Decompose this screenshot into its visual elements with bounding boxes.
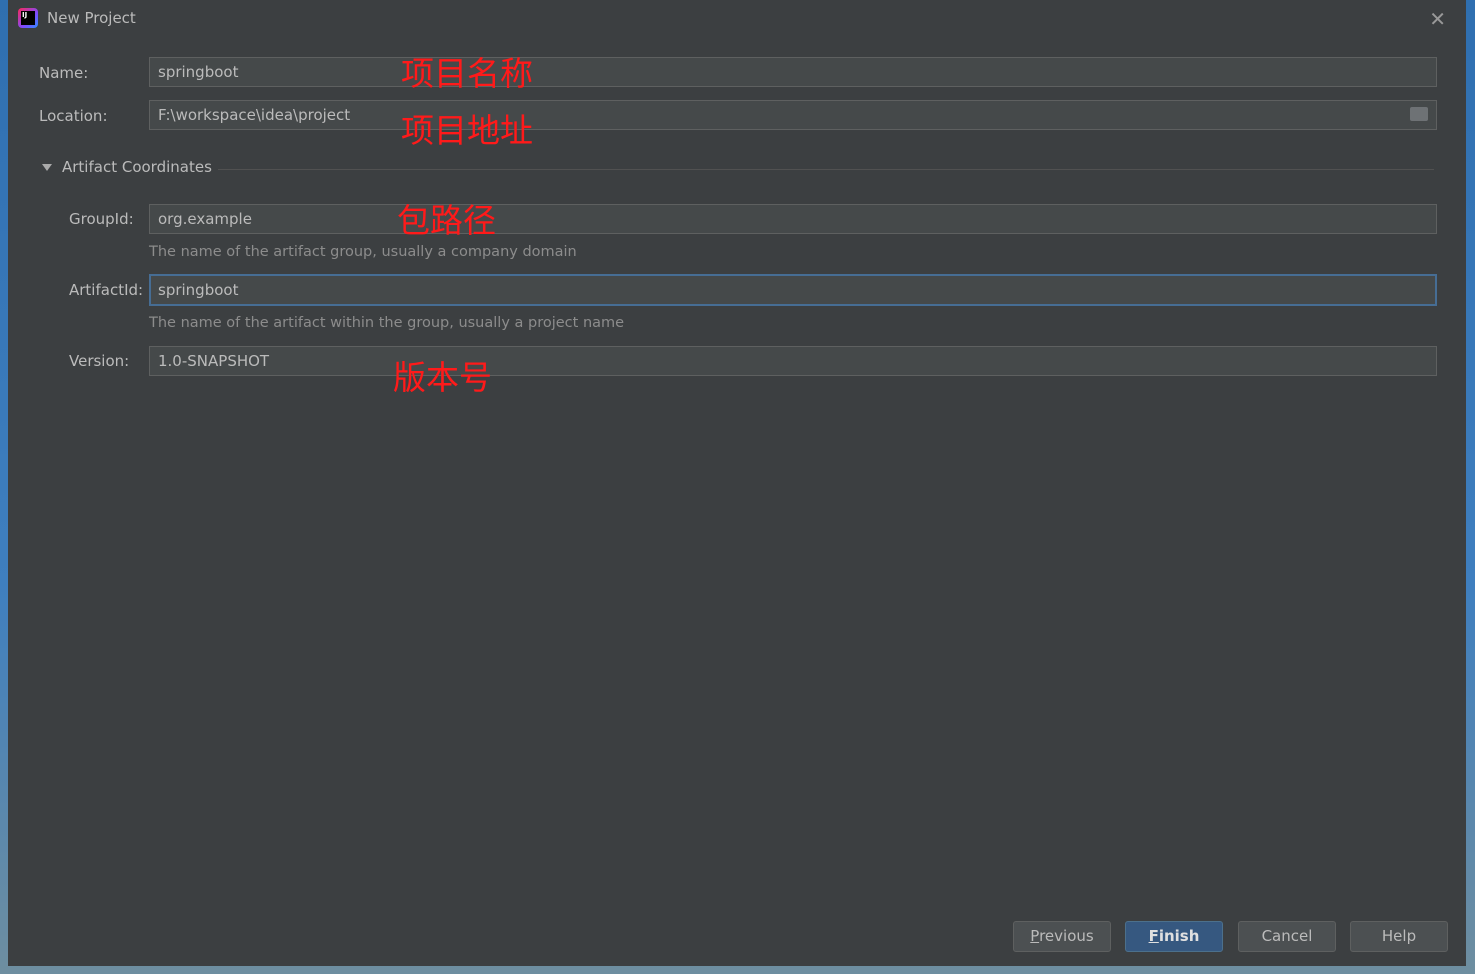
annotation-version: 版本号: [393, 358, 492, 397]
title-bar: IJ New Project ✕: [8, 0, 1466, 36]
annotation-location: 项目地址: [401, 111, 533, 150]
annotation-group: 包路径: [397, 201, 496, 240]
artifactid-label: ArtifactId:: [69, 281, 144, 299]
groupid-label: GroupId:: [69, 210, 134, 228]
location-label: Location:: [39, 107, 108, 125]
location-input[interactable]: F:\workspace\idea\project: [149, 100, 1437, 130]
cancel-button[interactable]: Cancel: [1238, 921, 1336, 952]
finish-button[interactable]: Finish: [1125, 921, 1223, 952]
triangle-down-icon: [42, 164, 52, 171]
help-button[interactable]: Help: [1350, 921, 1448, 952]
section-title: Artifact Coordinates: [62, 158, 212, 176]
artifact-coordinates-toggle[interactable]: Artifact Coordinates: [42, 158, 212, 176]
new-project-dialog: IJ New Project ✕ Name: Location: F:\work…: [8, 0, 1466, 966]
annotation-name: 项目名称: [401, 54, 533, 93]
divider: [218, 169, 1434, 170]
intellij-logo-icon: IJ: [18, 8, 38, 28]
close-icon[interactable]: ✕: [1429, 7, 1446, 31]
label: revious: [1039, 927, 1094, 945]
version-input[interactable]: [149, 346, 1437, 376]
groupid-input[interactable]: [149, 204, 1437, 234]
artifactid-hint: The name of the artifact within the grou…: [149, 315, 625, 331]
groupid-hint: The name of the artifact group, usually …: [149, 244, 577, 260]
mnemonic: P: [1030, 927, 1040, 945]
folder-browse-icon[interactable]: [1410, 107, 1428, 121]
artifactid-input[interactable]: [149, 274, 1437, 306]
mnemonic: F: [1148, 927, 1159, 945]
version-label: Version:: [69, 352, 130, 370]
name-label: Name:: [39, 64, 89, 82]
window-title: New Project: [47, 9, 136, 27]
location-value: F:\workspace\idea\project: [158, 106, 351, 124]
label: inish: [1158, 927, 1200, 945]
previous-button[interactable]: Previous: [1013, 921, 1111, 952]
name-input[interactable]: [149, 57, 1437, 87]
